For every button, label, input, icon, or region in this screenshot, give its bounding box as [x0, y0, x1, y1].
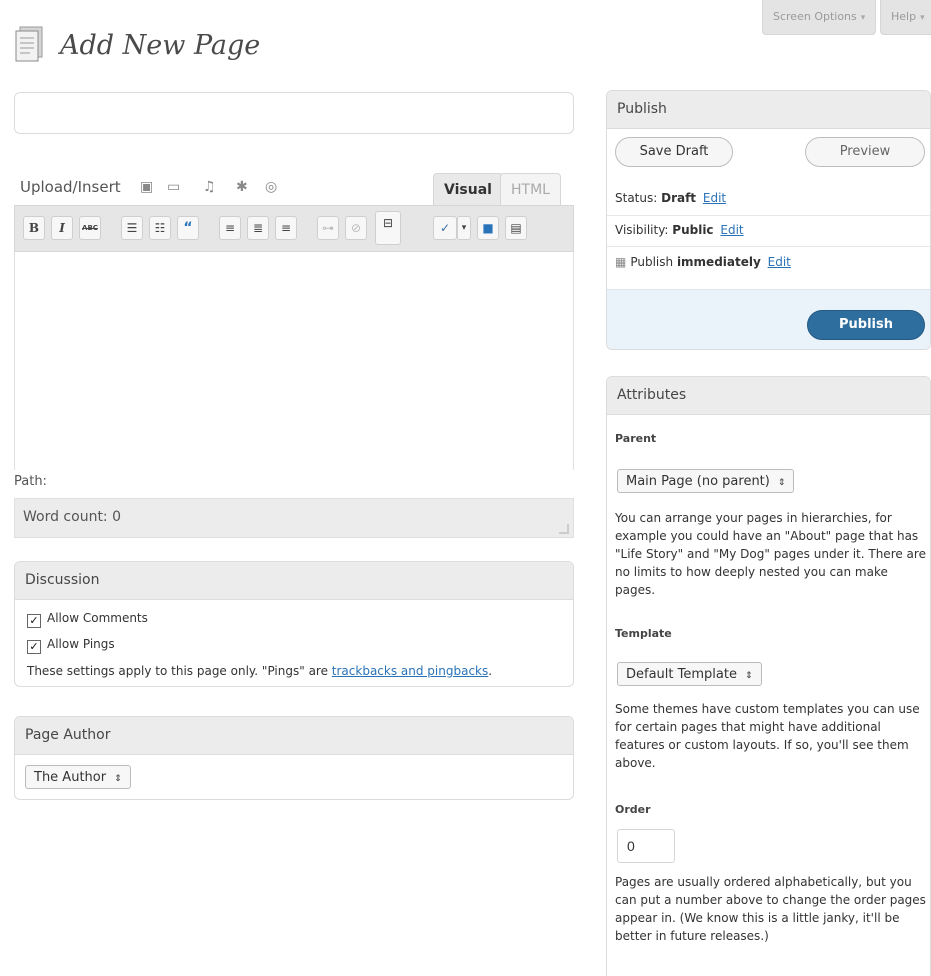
attributes-box: Attributes Parent Main Page (no parent) ⇕…	[606, 376, 931, 976]
help-label: Help	[891, 10, 917, 23]
publish-title: Publish	[607, 91, 930, 129]
blockquote-button[interactable]: “	[177, 216, 199, 240]
tab-visual[interactable]: Visual	[433, 173, 503, 207]
parent-label: Parent	[615, 432, 657, 445]
tab-html[interactable]: HTML	[500, 173, 561, 207]
add-image-icon[interactable]: ▣	[140, 179, 153, 195]
allow-comments-label: Allow Comments	[47, 611, 148, 625]
status-value: Draft	[661, 191, 697, 205]
publish-button[interactable]: Publish	[807, 310, 925, 340]
upload-insert-label: Upload/Insert	[20, 178, 121, 196]
screen-options-label: Screen Options	[773, 10, 857, 23]
visibility-row: Visibility: Public Edit	[615, 223, 744, 237]
template-help-text: Some themes have custom templates you ca…	[615, 702, 920, 770]
allow-pings-label: Allow Pings	[47, 637, 115, 651]
spellcheck-dropdown-icon[interactable]: ▾	[457, 216, 471, 240]
select-arrows-icon: ⇕	[744, 671, 753, 681]
page-author-box: Page Author The Author ⇕	[14, 716, 574, 800]
parent-help-text: You can arrange your pages in hierarchie…	[615, 511, 926, 597]
allow-pings-row[interactable]: ✓ Allow Pings	[27, 637, 115, 654]
select-arrows-icon: ⇕	[114, 774, 122, 784]
parent-select-value: Main Page (no parent)	[626, 474, 770, 489]
chevron-down-icon: ▾	[860, 13, 866, 23]
title-input[interactable]	[14, 92, 574, 134]
bold-button[interactable]: B	[23, 216, 45, 240]
publish-time-value: immediately	[676, 255, 761, 269]
link-icon[interactable]: ⊶	[317, 216, 339, 240]
help-tab[interactable]: Help ▾	[880, 0, 931, 35]
strikethrough-button[interactable]: ABC	[79, 216, 101, 240]
publish-time-label: Publish	[630, 255, 677, 269]
status-edit-link[interactable]: Edit	[703, 191, 726, 205]
align-center-icon[interactable]: ≣	[247, 216, 269, 240]
order-input[interactable]	[617, 829, 675, 863]
add-media-icon[interactable]: ✱	[236, 179, 248, 195]
author-select-value: The Author	[34, 770, 107, 785]
word-count: Word count: 0	[23, 509, 122, 525]
template-select-value: Default Template	[626, 667, 737, 682]
visibility-edit-link[interactable]: Edit	[720, 223, 743, 237]
fullscreen-icon[interactable]: ■	[477, 216, 499, 240]
discussion-title: Discussion	[15, 562, 573, 600]
add-video-icon[interactable]: ▭	[167, 179, 180, 195]
publish-footer: Publish	[607, 289, 930, 349]
order-label: Order	[615, 803, 651, 816]
add-audio-icon[interactable]: ♫	[203, 179, 216, 195]
discussion-note-suffix: .	[488, 664, 493, 678]
divider	[607, 246, 930, 247]
preview-button[interactable]: Preview	[805, 137, 925, 167]
discussion-note: These settings apply to this page only. …	[27, 664, 492, 678]
publish-time-edit-link[interactable]: Edit	[768, 255, 791, 269]
screen-options-tab[interactable]: Screen Options ▾	[762, 0, 877, 35]
bullet-list-icon[interactable]: ☰	[121, 216, 143, 240]
allow-pings-checkbox[interactable]: ✓	[27, 640, 41, 654]
publish-time-row: ▦ Publish immediately Edit	[615, 255, 791, 269]
align-left-icon[interactable]: ≡	[219, 216, 241, 240]
parent-select[interactable]: Main Page (no parent) ⇕	[617, 469, 795, 493]
visibility-value: Public	[672, 223, 714, 237]
word-count-bar: Word count: 0	[14, 498, 574, 538]
editor-content-area[interactable]	[14, 252, 574, 470]
path-label: Path:	[14, 474, 47, 489]
select-arrows-icon: ⇕	[777, 478, 786, 488]
editor-toolbar: B I ABC ☰ ☷ “ ≡ ≣ ≡ ⊶ ⊘ ⊟ ✓ ▾ ■ ▤	[14, 205, 574, 252]
status-row: Status: Draft Edit	[615, 191, 726, 205]
divider	[607, 215, 930, 216]
page-icon	[14, 26, 44, 64]
discussion-note-text: These settings apply to this page only. …	[27, 664, 332, 678]
allow-comments-row[interactable]: ✓ Allow Comments	[27, 611, 148, 628]
template-select[interactable]: Default Template ⇕	[617, 662, 762, 686]
spellcheck-icon[interactable]: ✓	[433, 216, 457, 240]
resize-handle-icon[interactable]	[559, 524, 569, 534]
numbered-list-icon[interactable]: ☷	[149, 216, 171, 240]
discussion-box: Discussion ✓ Allow Comments ✓ Allow Pings …	[14, 561, 574, 687]
more-tag-icon[interactable]: ⊟	[375, 211, 401, 245]
order-help-text: Pages are usually ordered alphabetically…	[615, 875, 926, 943]
save-draft-button[interactable]: Save Draft	[615, 137, 733, 167]
publish-box: Publish Save Draft Preview Status: Draft…	[606, 90, 931, 350]
page-title: Add New Page	[60, 30, 261, 61]
attributes-title: Attributes	[607, 377, 930, 415]
trackbacks-link[interactable]: trackbacks and pingbacks	[332, 664, 488, 678]
visibility-label: Visibility:	[615, 223, 673, 237]
allow-comments-checkbox[interactable]: ✓	[27, 614, 41, 628]
template-label: Template	[615, 627, 672, 640]
calendar-icon: ▦	[615, 255, 627, 269]
author-select[interactable]: The Author ⇕	[25, 765, 131, 789]
page-author-title: Page Author	[15, 717, 573, 755]
align-right-icon[interactable]: ≡	[275, 216, 297, 240]
add-gallery-icon[interactable]: ◎	[265, 179, 277, 195]
italic-button[interactable]: I	[51, 216, 73, 240]
unlink-icon[interactable]: ⊘	[345, 216, 367, 240]
chevron-down-icon: ▾	[920, 13, 925, 23]
kitchen-sink-icon[interactable]: ▤	[505, 216, 527, 240]
status-label: Status:	[615, 191, 662, 205]
